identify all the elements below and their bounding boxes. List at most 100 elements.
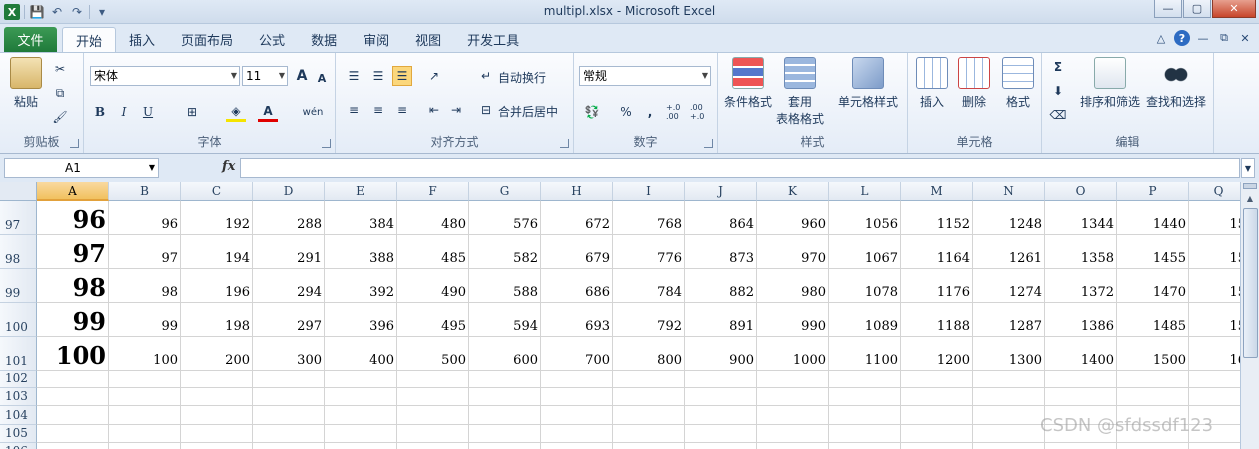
cell-h100[interactable]: 693: [541, 303, 613, 337]
cell-e97[interactable]: 384: [325, 201, 397, 235]
cell-j105[interactable]: [685, 425, 757, 443]
cell-o100[interactable]: 1386: [1045, 303, 1117, 337]
delete-cells-button[interactable]: 删除: [958, 57, 990, 110]
customize-qat-icon[interactable]: ▾: [94, 4, 110, 20]
cell-k101[interactable]: 1000: [757, 337, 829, 371]
cell-m97[interactable]: 1152: [901, 201, 973, 235]
row-header[interactable]: 102: [0, 371, 37, 388]
column-header-i[interactable]: I: [613, 182, 685, 201]
cell-f101[interactable]: 500: [397, 337, 469, 371]
cell-n99[interactable]: 1274: [973, 269, 1045, 303]
cut-icon[interactable]: ✂: [50, 59, 70, 79]
number-format-combo[interactable]: 常规 ▼: [579, 66, 711, 86]
decrease-indent-icon[interactable]: ⇤: [424, 100, 444, 120]
cell-l98[interactable]: 1067: [829, 235, 901, 269]
chevron-down-icon[interactable]: ▼: [149, 159, 155, 177]
cell-j106[interactable]: [685, 443, 757, 449]
font-name-combo[interactable]: 宋体 ▼: [90, 66, 240, 86]
column-header-a[interactable]: A: [37, 182, 109, 201]
cell-p101[interactable]: 1500: [1117, 337, 1189, 371]
cell-a102[interactable]: [37, 371, 109, 388]
workbook-minimize-icon[interactable]: —: [1195, 30, 1211, 46]
cell-o102[interactable]: [1045, 371, 1117, 388]
cell-j102[interactable]: [685, 371, 757, 388]
cell-d105[interactable]: [253, 425, 325, 443]
number-launcher-icon[interactable]: [704, 139, 713, 148]
fill-icon[interactable]: ⬇: [1048, 81, 1068, 101]
decrease-decimal-button[interactable]: .00 +.0: [690, 102, 712, 122]
tab-4[interactable]: 数据: [298, 27, 350, 52]
cell-h104[interactable]: [541, 406, 613, 425]
insert-cells-button[interactable]: 插入: [916, 57, 948, 110]
cell-m98[interactable]: 1164: [901, 235, 973, 269]
cell-f105[interactable]: [397, 425, 469, 443]
column-header-q[interactable]: Q: [1189, 182, 1240, 201]
workbook-restore-icon[interactable]: ⧉: [1216, 30, 1232, 46]
cell-c104[interactable]: [181, 406, 253, 425]
increase-indent-icon[interactable]: ⇥: [446, 100, 466, 120]
cell-c99[interactable]: 196: [181, 269, 253, 303]
cell-l100[interactable]: 1089: [829, 303, 901, 337]
cell-o98[interactable]: 1358: [1045, 235, 1117, 269]
cell-q101[interactable]: 16: [1189, 337, 1240, 371]
cell-c102[interactable]: [181, 371, 253, 388]
cell-p106[interactable]: [1117, 443, 1189, 449]
cell-m100[interactable]: 1188: [901, 303, 973, 337]
paste-button[interactable]: 粘贴: [10, 57, 42, 110]
cell-h102[interactable]: [541, 371, 613, 388]
column-header-e[interactable]: E: [325, 182, 397, 201]
cell-q99[interactable]: 15: [1189, 269, 1240, 303]
cell-e98[interactable]: 388: [325, 235, 397, 269]
cell-n102[interactable]: [973, 371, 1045, 388]
column-header-m[interactable]: M: [901, 182, 973, 201]
cell-c106[interactable]: [181, 443, 253, 449]
cell-j100[interactable]: 891: [685, 303, 757, 337]
expand-formula-bar-icon[interactable]: ▼: [1241, 158, 1255, 178]
cell-o101[interactable]: 1400: [1045, 337, 1117, 371]
row-header[interactable]: 99: [0, 269, 37, 303]
cell-d103[interactable]: [253, 388, 325, 406]
row-header[interactable]: 106: [0, 443, 37, 449]
cell-e103[interactable]: [325, 388, 397, 406]
align-top-icon[interactable]: ☰: [344, 66, 364, 86]
italic-button[interactable]: I: [114, 102, 134, 122]
chevron-down-icon[interactable]: ▼: [231, 67, 237, 85]
excel-app-icon[interactable]: X: [4, 4, 20, 20]
cell-h103[interactable]: [541, 388, 613, 406]
split-handle[interactable]: [1243, 183, 1257, 189]
column-header-o[interactable]: O: [1045, 182, 1117, 201]
phonetic-button[interactable]: wén: [298, 102, 328, 122]
cell-d100[interactable]: 297: [253, 303, 325, 337]
cell-m102[interactable]: [901, 371, 973, 388]
cell-h105[interactable]: [541, 425, 613, 443]
cell-l104[interactable]: [829, 406, 901, 425]
cell-f97[interactable]: 480: [397, 201, 469, 235]
cell-m106[interactable]: [901, 443, 973, 449]
row-header[interactable]: 97: [0, 201, 37, 235]
autosum-icon[interactable]: Σ: [1048, 57, 1068, 77]
scroll-up-icon[interactable]: ▲: [1242, 191, 1258, 206]
cell-c101[interactable]: 200: [181, 337, 253, 371]
clear-icon[interactable]: ⌫: [1048, 105, 1068, 125]
format-cells-button[interactable]: 格式: [1002, 57, 1034, 110]
column-header-k[interactable]: K: [757, 182, 829, 201]
cell-a100[interactable]: 99: [37, 303, 109, 337]
cell-g102[interactable]: [469, 371, 541, 388]
cell-l101[interactable]: 1100: [829, 337, 901, 371]
align-bottom-icon[interactable]: ☰: [392, 66, 412, 86]
cell-o106[interactable]: [1045, 443, 1117, 449]
column-header-g[interactable]: G: [469, 182, 541, 201]
cell-o99[interactable]: 1372: [1045, 269, 1117, 303]
percent-button[interactable]: %: [616, 102, 636, 122]
cell-j97[interactable]: 864: [685, 201, 757, 235]
cell-j104[interactable]: [685, 406, 757, 425]
font-color-icon[interactable]: A: [258, 102, 278, 122]
align-middle-icon[interactable]: ☰: [368, 66, 388, 86]
cell-d104[interactable]: [253, 406, 325, 425]
cell-c98[interactable]: 194: [181, 235, 253, 269]
cell-h106[interactable]: [541, 443, 613, 449]
cell-m99[interactable]: 1176: [901, 269, 973, 303]
cell-b103[interactable]: [109, 388, 181, 406]
cell-g97[interactable]: 576: [469, 201, 541, 235]
cell-e101[interactable]: 400: [325, 337, 397, 371]
